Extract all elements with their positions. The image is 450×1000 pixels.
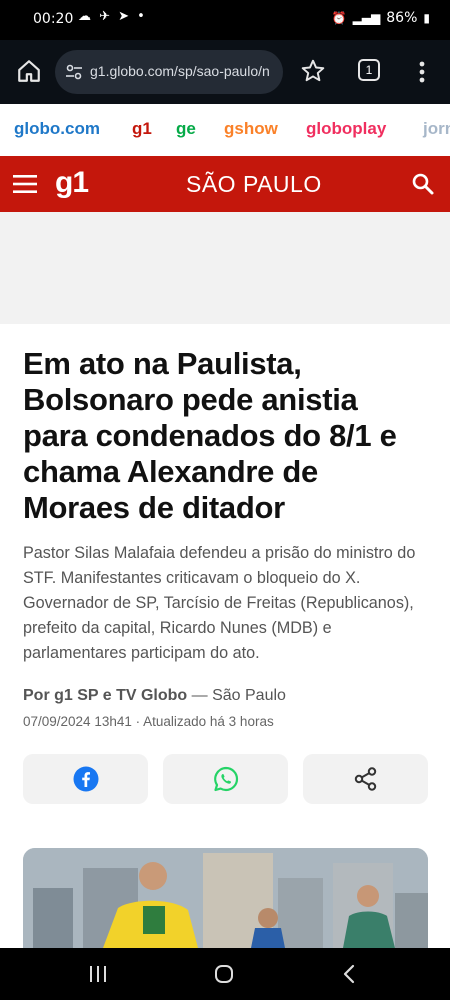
battery-level: 86% (386, 10, 418, 26)
search-icon[interactable] (411, 172, 435, 196)
brand-link-jornal[interactable]: jornal (423, 119, 450, 139)
byline-author: Por g1 SP e TV Globo (23, 687, 188, 704)
brand-link-g1[interactable]: g1 (132, 119, 152, 139)
byline-location: — São Paulo (191, 687, 286, 704)
bookmark-star-icon[interactable] (300, 58, 326, 84)
share-button[interactable] (303, 754, 428, 804)
back-icon[interactable] (342, 964, 356, 984)
brand-link-ge[interactable]: ge (176, 119, 196, 139)
brand-link-globoplay[interactable]: globoplay (306, 119, 386, 139)
facebook-icon (73, 766, 98, 792)
status-bar: 00:20 ☁ ✈ ➤ • ⏰ ▂▄▆ 86% ▮ (0, 0, 450, 40)
globo-brand-bar: globo.com g1 ge gshow globoplay jornal (0, 104, 450, 156)
home-icon[interactable] (16, 58, 42, 84)
brand-link-gshow[interactable]: gshow (224, 119, 278, 139)
recent-apps-icon[interactable] (88, 965, 108, 983)
system-nav-bar (0, 948, 450, 1000)
article-photo[interactable] (23, 848, 428, 948)
share-icon (354, 767, 376, 791)
tab-switcher-button[interactable]: 1 (358, 59, 380, 81)
share-whatsapp-button[interactable] (163, 754, 288, 804)
photo-illustration (23, 848, 428, 948)
hamburger-menu-icon[interactable] (13, 174, 37, 194)
alarm-icon: ⏰ (331, 11, 347, 25)
address-bar[interactable]: g1.globo.com/sp/sao-paulo/n (55, 50, 283, 94)
share-facebook-button[interactable] (23, 754, 148, 804)
notification-icons: ☁ ✈ ➤ • (78, 9, 147, 24)
status-time: 00:20 (33, 11, 74, 27)
article-byline: Por g1 SP e TV Globo — São Paulo (23, 687, 286, 705)
home-nav-icon[interactable] (214, 964, 234, 984)
ad-placeholder (0, 212, 450, 324)
site-settings-icon[interactable] (64, 62, 84, 82)
system-icons: ⏰ ▂▄▆ 86% ▮ (332, 10, 430, 26)
article-subtitle: Pastor Silas Malafaia defendeu a prisão … (23, 544, 416, 662)
battery-icon: ▮ (423, 11, 430, 25)
url-text[interactable]: g1.globo.com/sp/sao-paulo/n (90, 63, 278, 79)
signal-icon: ▂▄▆ (352, 11, 381, 25)
whatsapp-icon (213, 766, 238, 792)
article-headline: Em ato na Paulista, Bolsonaro pede anist… (23, 346, 397, 525)
overflow-menu-icon[interactable] (414, 58, 430, 86)
section-title: SÃO PAULO (186, 171, 322, 197)
brand-link-globo[interactable]: globo.com (14, 119, 100, 139)
g1-header: g1 SÃO PAULO (0, 156, 450, 212)
article-date: 07/09/2024 13h41 · Atualizado há 3 horas (23, 714, 274, 729)
g1-logo[interactable]: g1 (55, 166, 89, 200)
browser-toolbar: g1.globo.com/sp/sao-paulo/n 1 (0, 40, 450, 104)
